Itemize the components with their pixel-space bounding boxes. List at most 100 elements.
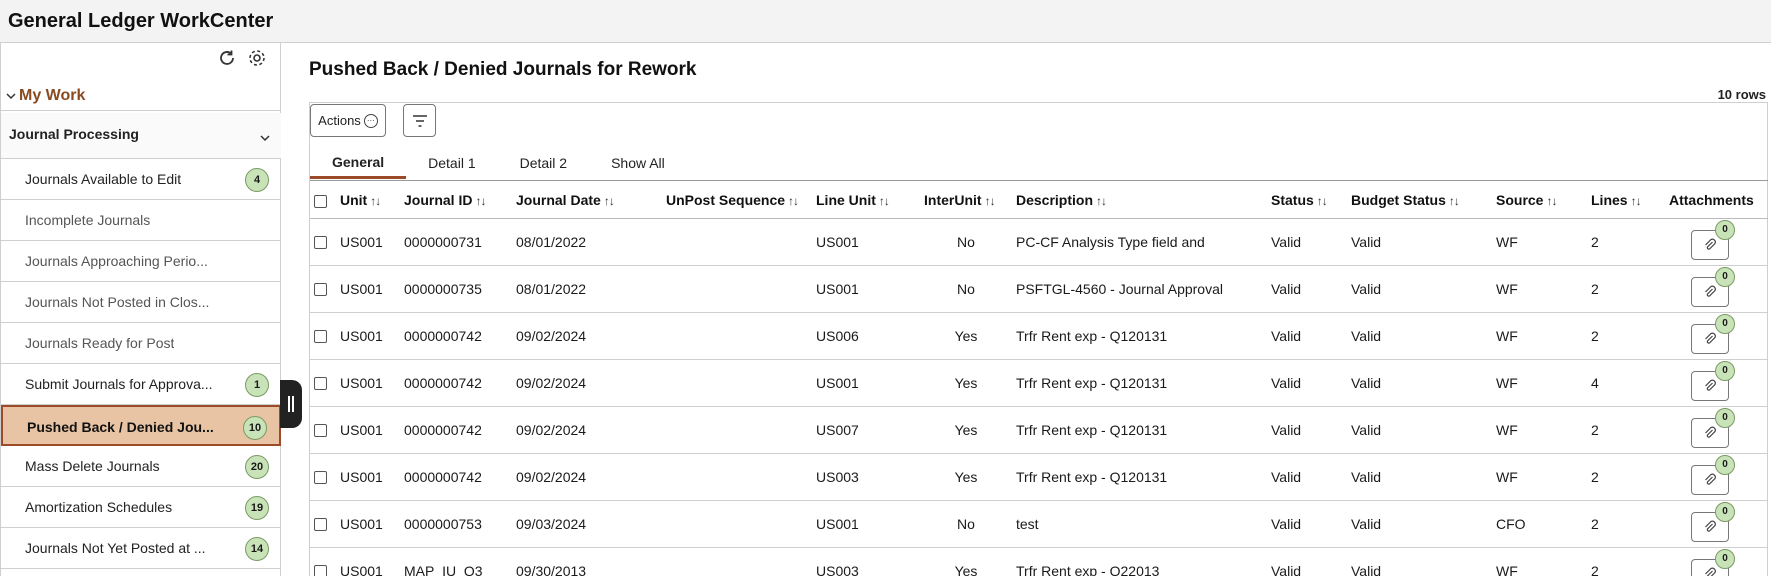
paperclip-icon [1705, 426, 1716, 438]
lines-link[interactable]: 2 [1587, 406, 1665, 454]
count-badge: 19 [245, 496, 269, 520]
line-unit-cell: US006 [812, 312, 920, 360]
filter-button[interactable] [403, 104, 436, 137]
journal-id-link[interactable]: MAP_IU_Q3 [400, 547, 512, 576]
table-row: US001 0000000742 09/02/2024 US006 Yes Tr… [310, 312, 1768, 360]
lines-link[interactable]: 2 [1587, 312, 1665, 360]
source-cell: CFO [1492, 500, 1587, 548]
sort-icon: ↑↓ [984, 194, 996, 209]
interunit-cell: Yes [920, 547, 1012, 576]
journal-id-link[interactable]: 0000000753 [400, 500, 512, 548]
attachments-control: 0 [1691, 313, 1735, 354]
sidebar-item-submit-journals-for-approval[interactable]: Submit Journals for Approva... 1 [1, 364, 281, 405]
lines-link[interactable]: 2 [1587, 453, 1665, 501]
filter-icon [412, 114, 427, 127]
description-cell: test [1012, 500, 1267, 548]
count-badge: 1 [245, 373, 269, 397]
lines-link[interactable]: 4 [1587, 359, 1665, 407]
journal-date-cell: 09/03/2024 [512, 500, 662, 548]
column-header-source[interactable]: Source ↑↓ [1492, 183, 1587, 219]
attachments-count-badge: 0 [1715, 548, 1735, 569]
attachments-control: 0 [1691, 501, 1735, 542]
status-cell: Valid [1267, 500, 1347, 548]
sidebar-item-journals-ready-for-post[interactable]: Journals Ready for Post [1, 323, 281, 364]
tab-detail-1[interactable]: Detail 1 [406, 147, 497, 179]
gear-icon[interactable] [246, 47, 268, 69]
sidebar-item-amortization-schedules[interactable]: Amortization Schedules 19 [1, 487, 281, 528]
tab-detail-2[interactable]: Detail 2 [498, 147, 589, 179]
app-title: General Ledger WorkCenter [8, 10, 274, 32]
attachments-cell: 0 [1665, 500, 1768, 548]
column-header-journal-date[interactable]: Journal Date ↑↓ [512, 183, 662, 219]
row-select-cell [310, 547, 336, 576]
column-header-description[interactable]: Description ↑↓ [1012, 183, 1267, 219]
journal-processing-header[interactable]: Journal Processing [1, 113, 281, 159]
column-header-budget-status[interactable]: Budget Status ↑↓ [1347, 183, 1492, 219]
sidebar-item-journals-approaching-period[interactable]: Journals Approaching Perio... [1, 241, 281, 282]
attachments-count-badge: 0 [1715, 219, 1735, 240]
journal-id-link[interactable]: 0000000742 [400, 453, 512, 501]
row-checkbox[interactable] [314, 565, 327, 576]
attachments-control: 0 [1691, 266, 1735, 307]
sidebar-item-journals-available-to-edit[interactable]: Journals Available to Edit 4 [1, 159, 281, 200]
select-all-checkbox[interactable] [314, 195, 327, 209]
sort-icon: ↑↓ [1448, 194, 1460, 209]
sidebar-item-mass-delete-journals[interactable]: Mass Delete Journals 20 [1, 446, 281, 487]
refresh-icon[interactable] [216, 47, 238, 69]
budget-status-cell: Valid [1347, 359, 1492, 407]
my-work-header[interactable]: My Work [1, 83, 281, 111]
journal-id-link[interactable]: 0000000742 [400, 312, 512, 360]
row-checkbox[interactable] [314, 471, 327, 485]
row-checkbox[interactable] [314, 330, 327, 344]
attachments-control: 0 [1691, 454, 1735, 495]
sidebar-item-label: Mass Delete Journals [25, 458, 160, 474]
lines-link[interactable]: 2 [1587, 547, 1665, 576]
row-checkbox[interactable] [314, 377, 327, 391]
column-header-unit[interactable]: Unit ↑↓ [336, 183, 400, 219]
table-row: US001 0000000735 08/01/2022 US001 No PSF… [310, 265, 1768, 313]
unit-cell: US001 [336, 359, 400, 407]
column-header-interunit[interactable]: InterUnit ↑↓ [920, 183, 1012, 219]
unpost-sequence-cell [662, 218, 812, 266]
row-checkbox[interactable] [314, 518, 327, 532]
journal-date-cell: 09/30/2013 [512, 547, 662, 576]
sidebar-item-label: Journals Available to Edit [25, 171, 182, 187]
attachments-control: 0 [1691, 548, 1735, 576]
row-checkbox[interactable] [314, 283, 327, 297]
sidebar-item-journals-not-posted-in-close[interactable]: Journals Not Posted in Clos... [1, 282, 281, 323]
main-content: Pushed Back / Denied Journals for Rework… [282, 43, 1771, 576]
sidebar-item-journals-not-yet-posted[interactable]: Journals Not Yet Posted at ... 14 [1, 528, 281, 569]
column-header-unpost-sequence[interactable]: UnPost Sequence ↑↓ [662, 183, 812, 219]
description-cell: Trfr Rent exp - Q120131 [1012, 453, 1267, 501]
line-unit-cell: US003 [812, 547, 920, 576]
status-cell: Valid [1267, 265, 1347, 313]
journal-id-link[interactable]: 0000000742 [400, 359, 512, 407]
journal-id-link[interactable]: 0000000731 [400, 218, 512, 266]
interunit-cell: Yes [920, 312, 1012, 360]
attachments-count-badge: 0 [1715, 266, 1735, 287]
unpost-sequence-cell [662, 265, 812, 313]
column-header-journal-id[interactable]: Journal ID ↑↓ [400, 183, 512, 219]
lines-link[interactable]: 2 [1587, 265, 1665, 313]
tab-general[interactable]: General [310, 147, 407, 179]
sidebar-item-incomplete-journals[interactable]: Incomplete Journals [1, 200, 281, 241]
column-header-line-unit[interactable]: Line Unit ↑↓ [812, 183, 920, 219]
actions-button[interactable]: Actions ··· [310, 104, 386, 137]
tab-show-all[interactable]: Show All [589, 147, 687, 179]
budget-status-cell: Valid [1347, 500, 1492, 548]
row-checkbox[interactable] [314, 236, 327, 250]
row-checkbox[interactable] [314, 424, 327, 438]
column-header-lines[interactable]: Lines ↑↓ [1587, 183, 1665, 219]
sidebar-item-pushed-back-denied-journals[interactable]: Pushed Back / Denied Jou... 10 [1, 405, 281, 446]
journal-id-link[interactable]: 0000000742 [400, 406, 512, 454]
budget-status-cell: Valid [1347, 265, 1492, 313]
unit-cell: US001 [336, 547, 400, 576]
unpost-sequence-cell [662, 359, 812, 407]
journal-id-link[interactable]: 0000000735 [400, 265, 512, 313]
lines-link[interactable]: 2 [1587, 218, 1665, 266]
lines-link[interactable]: 2 [1587, 500, 1665, 548]
unit-cell: US001 [336, 453, 400, 501]
source-cell: WF [1492, 265, 1587, 313]
column-header-status[interactable]: Status ↑↓ [1267, 183, 1347, 219]
chevron-down-icon [259, 131, 271, 149]
